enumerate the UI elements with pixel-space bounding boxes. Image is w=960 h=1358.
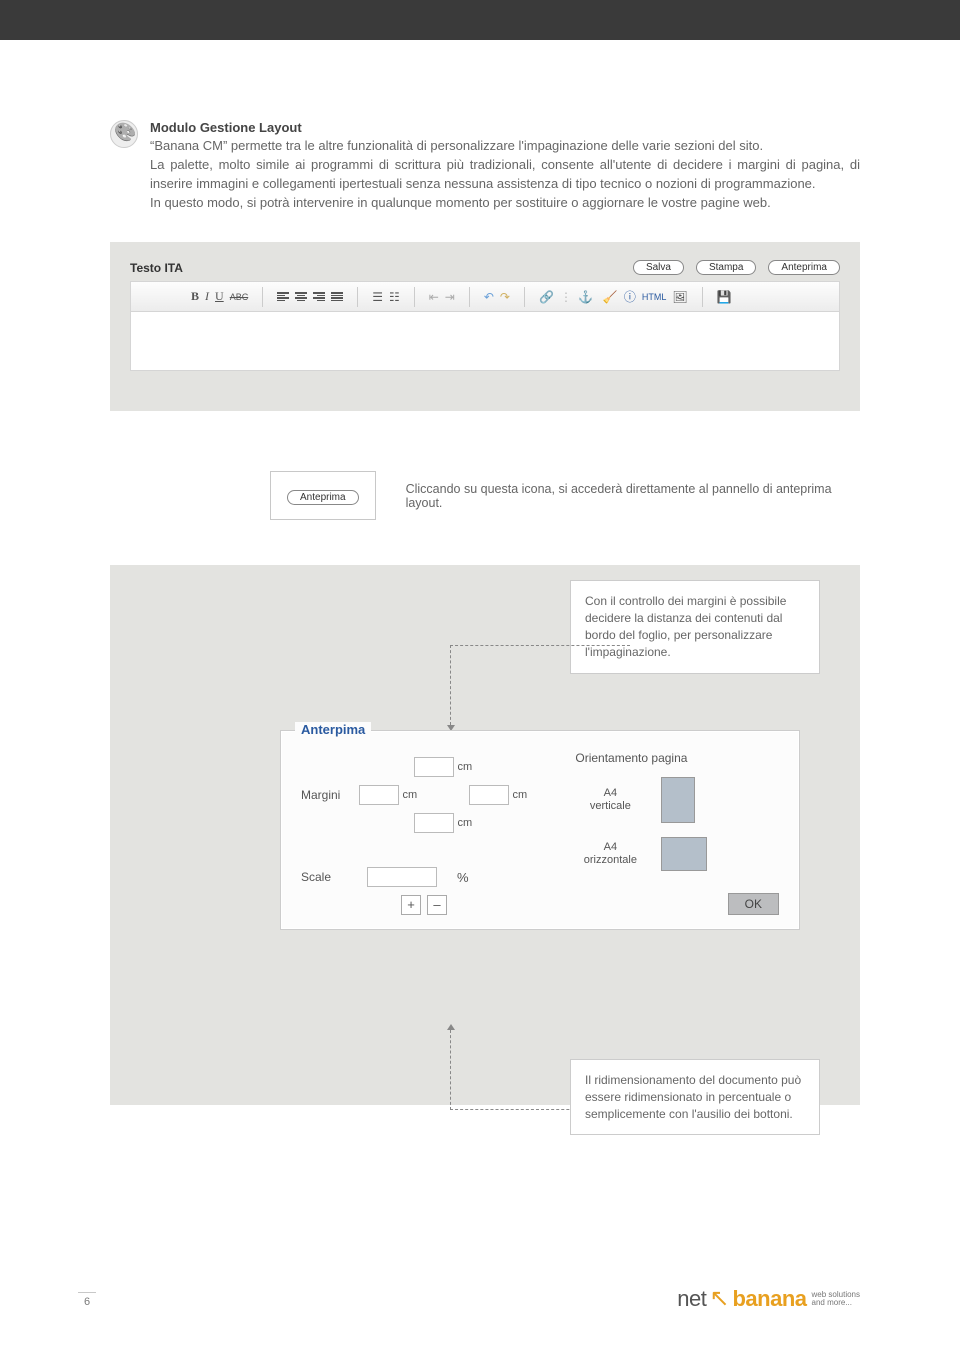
panel-legend: Anterpima bbox=[295, 722, 371, 737]
stampa-button[interactable]: Stampa bbox=[696, 260, 756, 275]
editor-box: B I U ABC ☰ ☷ ⇤ bbox=[130, 281, 840, 371]
margin-right-input[interactable] bbox=[469, 785, 509, 805]
indent-icon[interactable]: ⇥ bbox=[445, 290, 455, 304]
a4-vertical-label: A4 verticale bbox=[575, 787, 645, 813]
scale-plus-button[interactable]: + bbox=[401, 895, 421, 915]
scale-label: Scale bbox=[301, 870, 347, 884]
margin-left-input[interactable] bbox=[359, 785, 399, 805]
italic-icon[interactable]: I bbox=[205, 289, 209, 304]
page-number: 6 bbox=[78, 1292, 96, 1308]
anteprima-panel: Anterpima Margini cm cm cm cm bbox=[280, 730, 800, 930]
anteprima-button[interactable]: Anteprima bbox=[768, 260, 840, 275]
anteprima-desc: Cliccando su questa icona, si accederà d… bbox=[406, 482, 860, 510]
salva-button[interactable]: Salva bbox=[633, 260, 684, 275]
a4-horizontal-label: A4 orizzontale bbox=[575, 841, 645, 867]
preview-section: Con il controllo dei margini è possibile… bbox=[110, 565, 860, 1105]
a4-horizontal-thumb[interactable] bbox=[661, 837, 707, 871]
redo-icon[interactable]: ↷ bbox=[500, 290, 510, 304]
bold-icon[interactable]: B bbox=[191, 289, 199, 304]
save-icon[interactable]: 💾 bbox=[717, 290, 732, 304]
orientation-title: Orientamento pagina bbox=[575, 751, 779, 765]
margin-bottom-input[interactable] bbox=[414, 813, 454, 833]
strike-icon[interactable]: ABC bbox=[230, 292, 249, 302]
footer-logo: net ↖ banana web solutions and more... bbox=[677, 1284, 860, 1313]
margini-label: Margini bbox=[301, 788, 340, 802]
link-icon[interactable]: 🔗 bbox=[539, 290, 554, 304]
scale-minus-button[interactable]: – bbox=[427, 895, 447, 915]
intro-p3: In questo modo, si potrà intervenire in … bbox=[150, 194, 860, 213]
ok-button[interactable]: OK bbox=[728, 893, 779, 915]
align-left-icon[interactable] bbox=[277, 292, 289, 301]
editor-panel: Testo ITA Salva Stampa Anteprima B I U A… bbox=[110, 242, 860, 411]
underline-icon[interactable]: U bbox=[215, 289, 224, 304]
anteprima-pill[interactable]: Anteprima bbox=[287, 490, 359, 505]
clean-icon[interactable]: 🧹 bbox=[603, 290, 618, 304]
logo-tag2: and more... bbox=[812, 1298, 852, 1307]
ul-icon[interactable]: ☰ bbox=[372, 290, 383, 304]
align-justify-icon[interactable] bbox=[331, 292, 343, 301]
logo-banana: banana bbox=[732, 1286, 806, 1312]
section-header: Modulo Gestione Layout “Banana CM” perme… bbox=[110, 120, 860, 212]
dashed-arrow-top bbox=[450, 645, 630, 725]
editor-toolbar: B I U ABC ☰ ☷ ⇤ bbox=[131, 282, 839, 312]
cursor-icon: ↖ bbox=[709, 1284, 729, 1313]
margin-top-input[interactable] bbox=[414, 757, 454, 777]
undo-icon[interactable]: ↶ bbox=[484, 290, 494, 304]
anchor-icon[interactable]: ⚓ bbox=[578, 290, 593, 304]
palette-icon bbox=[110, 120, 138, 148]
html-icon[interactable]: HTML bbox=[642, 292, 667, 302]
anteprima-tip-row: Anteprima Cliccando su questa icona, si … bbox=[270, 471, 860, 520]
section-title: Modulo Gestione Layout bbox=[150, 120, 860, 135]
top-bar bbox=[0, 0, 960, 40]
logo-net: net bbox=[677, 1286, 706, 1312]
anteprima-pill-box: Anteprima bbox=[270, 471, 376, 520]
help-icon[interactable]: ⓘ bbox=[624, 288, 636, 305]
align-center-icon[interactable] bbox=[295, 292, 307, 301]
a4-vertical-thumb[interactable] bbox=[661, 777, 695, 823]
scale-input[interactable] bbox=[367, 867, 437, 887]
align-right-icon[interactable] bbox=[313, 292, 325, 301]
unlink-icon[interactable]: ⋮ bbox=[560, 290, 572, 304]
editor-title: Testo ITA bbox=[130, 261, 183, 275]
callout-scale: Il ridimensionamento del documento può e… bbox=[570, 1059, 820, 1135]
ol-icon[interactable]: ☷ bbox=[389, 290, 400, 304]
intro-p1: “Banana CM” permette tra le altre funzio… bbox=[150, 137, 860, 156]
intro-p2: La palette, molto simile ai programmi di… bbox=[150, 156, 860, 194]
percent-label: % bbox=[457, 870, 469, 885]
image-icon[interactable]: 🖼 bbox=[672, 290, 687, 304]
outdent-icon[interactable]: ⇤ bbox=[429, 290, 439, 304]
